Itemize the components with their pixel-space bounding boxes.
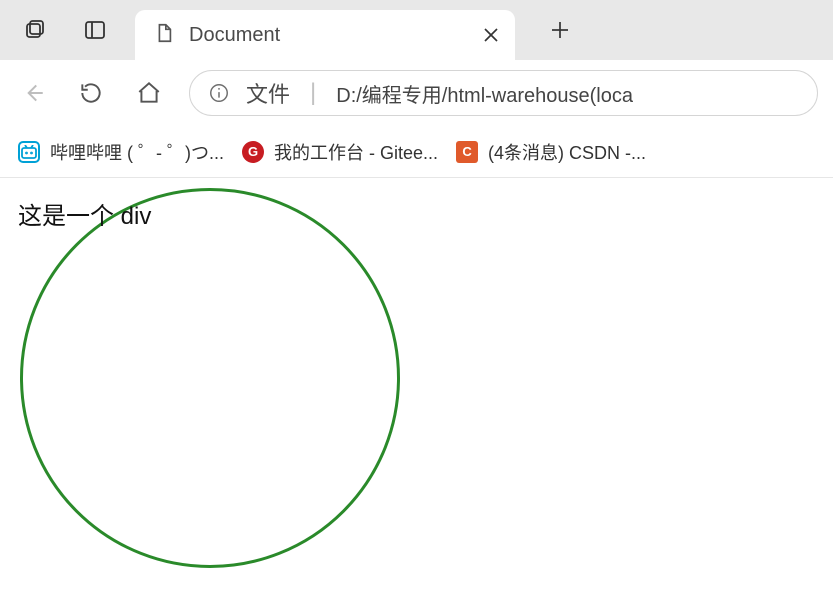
page-content: 这是一个 div [0,178,833,607]
close-icon[interactable] [481,25,501,45]
bookmark-csdn[interactable]: C (4条消息) CSDN -... [456,139,646,165]
url-separator: | [306,79,320,107]
browser-tab-bar: Document [0,0,833,60]
tab-title: Document [189,24,467,47]
refresh-button[interactable] [73,75,109,111]
url-text: D:/编程专用/html-warehouse(loca [336,79,633,108]
bookmark-label: 我的工作台 - Gitee... [274,139,438,165]
url-scheme-label: 文件 [246,77,290,109]
bookmark-gitee[interactable]: G 我的工作台 - Gitee... [242,139,438,165]
csdn-icon: C [456,141,478,163]
new-tab-button[interactable] [540,10,580,50]
browser-tab[interactable]: Document [135,10,515,60]
home-button[interactable] [131,75,167,111]
demo-div-text: 这是一个 div [18,196,151,231]
gitee-icon: G [242,141,264,163]
demo-div-circle [20,188,400,568]
bookmark-label: (4条消息) CSDN -... [488,139,646,165]
browser-address-bar: 文件 | D:/编程专用/html-warehouse(loca [0,60,833,126]
url-field[interactable]: 文件 | D:/编程专用/html-warehouse(loca [189,70,818,116]
file-icon [153,22,175,49]
vertical-tabs-icon[interactable] [75,10,115,50]
collections-icon[interactable] [15,10,55,50]
bookmark-label: 哔哩哔哩 ( ゜- ゜)つ... [50,139,224,165]
bookmarks-bar: 哔哩哔哩 ( ゜- ゜)つ... G 我的工作台 - Gitee... C (4… [0,126,833,178]
site-info-icon[interactable] [208,82,230,104]
back-button[interactable] [15,75,51,111]
bilibili-icon [18,141,40,163]
bookmark-bilibili[interactable]: 哔哩哔哩 ( ゜- ゜)つ... [18,139,224,165]
